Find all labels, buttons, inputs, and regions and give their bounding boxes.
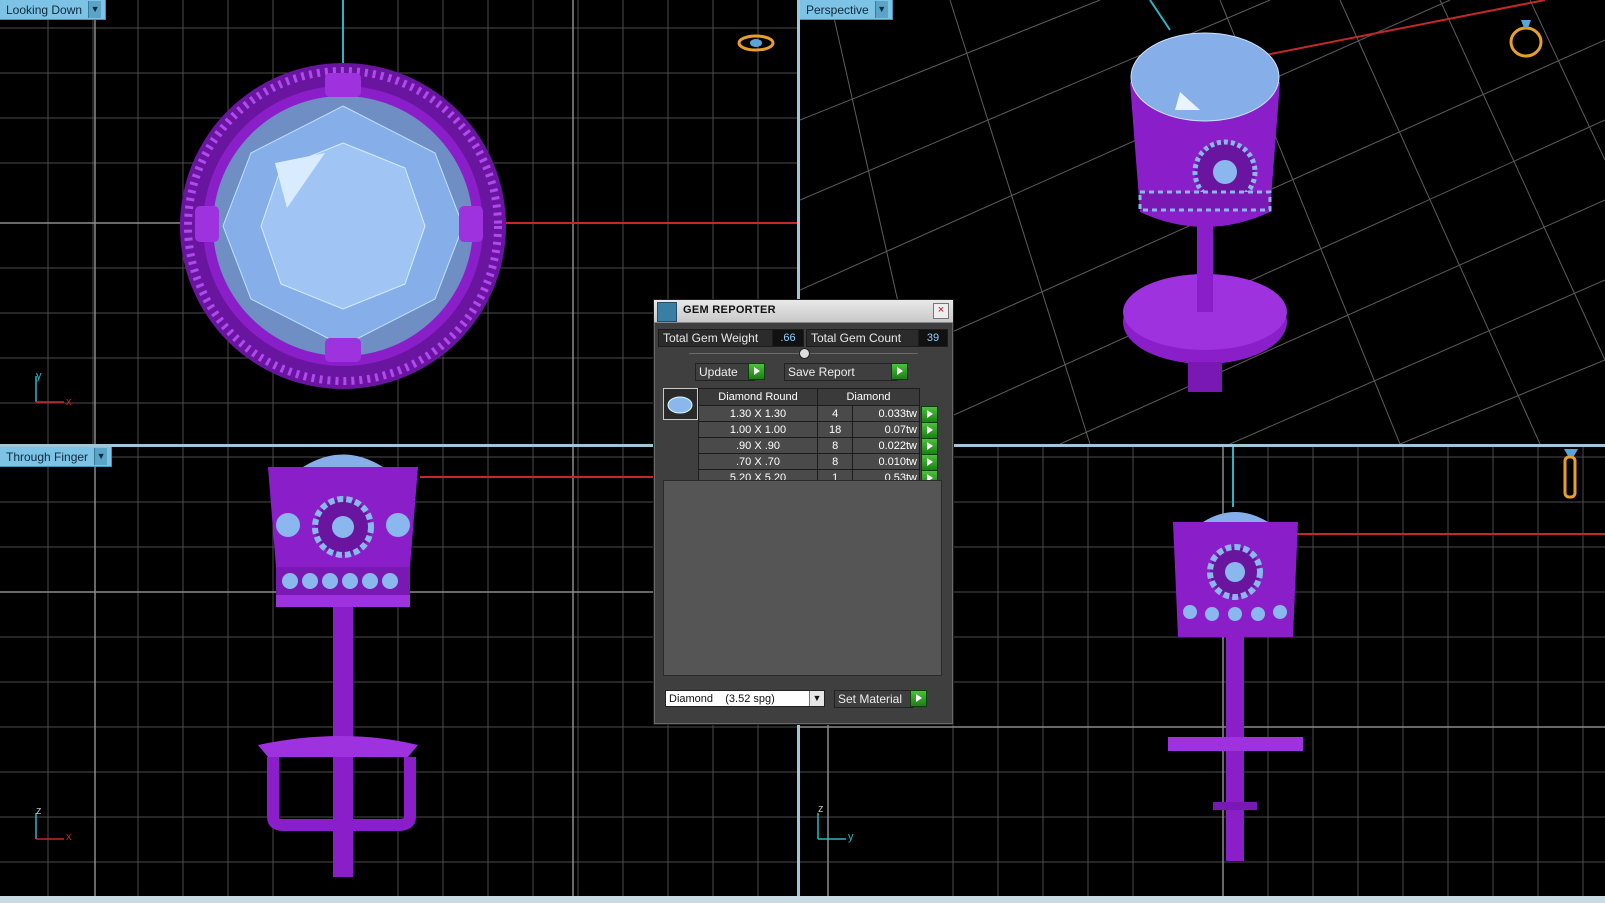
viewport-label[interactable]: Looking Down ▼ — [0, 0, 107, 20]
status-strip — [0, 896, 1605, 903]
select-row-go-icon[interactable] — [921, 453, 938, 471]
axis-h-label: x — [66, 831, 72, 843]
gem-reporter-icon — [657, 302, 677, 322]
table-row[interactable]: .70 X .70 8 0.010tw — [698, 453, 938, 471]
earring-top-view[interactable] — [175, 58, 510, 393]
viewport-label-text: Through Finger — [6, 449, 89, 464]
axis-h-label: x — [66, 396, 72, 408]
gem-weight: 0.033tw — [852, 405, 920, 422]
report-list-area[interactable] — [663, 480, 942, 676]
gem-weight: 0.010tw — [852, 453, 920, 470]
chevron-down-icon[interactable]: ▼ — [809, 691, 824, 706]
material-select[interactable]: Diamond (3.52 spg) ▼ — [665, 690, 825, 707]
set-material-button[interactable]: Set Material — [834, 690, 914, 708]
axis-v-label: y — [36, 370, 42, 382]
chevron-down-icon[interactable]: ▼ — [874, 1, 888, 18]
gem-count: 8 — [816, 453, 854, 470]
viewport-label-text: Perspective — [806, 2, 869, 17]
select-row-go-icon[interactable] — [921, 405, 938, 423]
gem-table: Diamond Round Diamond 1.30 X 1.30 4 0.03… — [698, 388, 938, 487]
dialog-title-bar[interactable]: GEM REPORTER × — [654, 300, 953, 323]
dialog-title: GEM REPORTER — [683, 304, 776, 316]
axis-v-label: z — [818, 803, 824, 815]
viewport-label[interactable]: Through Finger ▼ — [0, 447, 113, 467]
axis-h-label: y — [848, 831, 854, 843]
save-report-button[interactable]: Save Report — [784, 363, 898, 381]
axis-v-label: z — [36, 805, 42, 817]
update-go-icon[interactable] — [748, 363, 765, 380]
set-material-go-icon[interactable] — [910, 690, 927, 707]
total-gem-count-label: Total Gem Count — [806, 329, 919, 347]
viewport-label[interactable]: Perspective ▼ — [800, 0, 893, 20]
table-row[interactable]: .90 X .90 8 0.022tw — [698, 437, 938, 455]
gem-size: 1.30 X 1.30 — [698, 405, 818, 422]
total-gem-weight-value: .66 — [772, 329, 804, 347]
table-row[interactable]: 1.30 X 1.30 4 0.033tw — [698, 405, 938, 423]
ring-side-icon[interactable] — [1556, 447, 1586, 503]
gem-size: .90 X .90 — [698, 437, 818, 454]
gem-size: .70 X .70 — [698, 453, 818, 470]
material-select-value: Diamond (3.52 spg) — [669, 693, 775, 705]
earring-side-model[interactable] — [1168, 502, 1303, 887]
gem-count: 18 — [816, 421, 854, 438]
earring-perspective-model[interactable] — [1120, 22, 1300, 417]
ring-top-icon[interactable] — [736, 32, 776, 54]
chevron-down-icon[interactable]: ▼ — [94, 448, 108, 465]
gem-count: 8 — [816, 437, 854, 454]
chevron-down-icon[interactable]: ▼ — [88, 1, 102, 18]
close-icon[interactable]: × — [933, 303, 949, 319]
earring-front-model[interactable] — [258, 447, 428, 887]
gem-size: 1.00 X 1.00 — [698, 421, 818, 438]
total-gem-weight-label: Total Gem Weight — [658, 329, 774, 347]
total-gem-count-value: 39 — [918, 329, 948, 347]
column-header-material: Diamond — [817, 388, 920, 406]
viewport-label-text: Looking Down — [6, 2, 83, 17]
gem-count: 4 — [816, 405, 854, 422]
gem-thumbnail[interactable] — [663, 388, 698, 420]
gem-weight: 0.022tw — [852, 437, 920, 454]
column-header-shape: Diamond Round — [698, 388, 818, 406]
gem-reporter-dialog: GEM REPORTER × Total Gem Weight .66 Tota… — [653, 299, 954, 725]
splitter-handle[interactable] — [799, 348, 810, 359]
table-row[interactable]: 1.00 X 1.00 18 0.07tw — [698, 421, 938, 439]
select-row-go-icon[interactable] — [921, 437, 938, 455]
select-row-go-icon[interactable] — [921, 421, 938, 439]
update-button[interactable]: Update — [695, 363, 755, 381]
save-report-go-icon[interactable] — [891, 363, 908, 380]
gem-weight: 0.07tw — [852, 421, 920, 438]
ring-perspective-icon[interactable] — [1506, 14, 1546, 60]
